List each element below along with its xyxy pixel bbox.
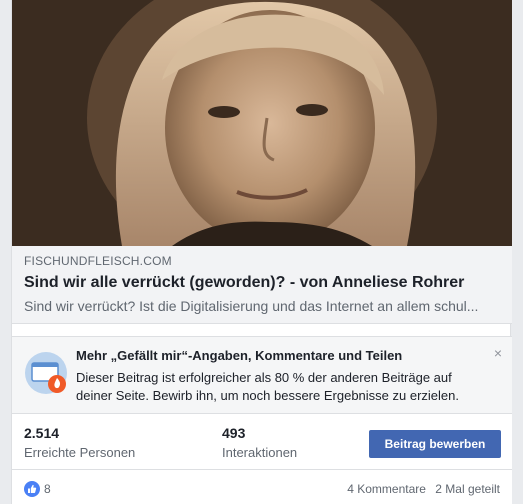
boost-post-icon <box>25 352 67 394</box>
boost-suggestion-box: Mehr „Gefällt mir“-Angaben, Kommentare u… <box>12 336 512 414</box>
boost-post-button[interactable]: Beitrag bewerben <box>369 430 501 458</box>
shares-count-link[interactable]: 2 Mal geteilt <box>435 482 500 496</box>
engagement-value: 493 <box>222 425 246 441</box>
reach-value: 2.514 <box>24 425 60 441</box>
reaction-count[interactable]: 8 <box>44 482 51 496</box>
link-preview-image[interactable] <box>12 0 512 246</box>
link-domain: FISCHUNDFLEISCH.COM <box>24 254 172 268</box>
promo-title: Mehr „Gefällt mir“-Angaben, Kommentare u… <box>76 348 403 363</box>
link-description: Sind wir verrückt? Ist die Digitalisieru… <box>24 298 479 314</box>
post-footer: 8 4 Kommentare 2 Mal geteilt <box>12 470 512 504</box>
promo-body: Dieser Beitrag ist erfolgreicher als 80 … <box>76 370 459 403</box>
reach-label: Erreichte Personen <box>24 445 136 460</box>
post-card: FISCHUNDFLEISCH.COM Sind wir alle verrüc… <box>11 0 512 504</box>
comments-count-link[interactable]: 4 Kommentare <box>347 482 426 496</box>
reach-stat: 2.514 Erreichte Personen <box>24 424 135 462</box>
link-preview-meta[interactable]: FISCHUNDFLEISCH.COM Sind wir alle verrüc… <box>12 246 512 324</box>
engagement-stat: 493 Interaktionen <box>222 424 297 462</box>
footer-counts: 4 Kommentare 2 Mal geteilt <box>341 482 500 496</box>
portrait-photo <box>12 0 512 246</box>
thumbs-up-icon[interactable] <box>24 481 40 497</box>
engagement-label: Interaktionen <box>222 445 298 460</box>
link-title[interactable]: Sind wir alle verrückt (geworden)? - von… <box>24 272 500 294</box>
close-icon[interactable]: × <box>494 346 502 360</box>
post-insights: 2.514 Erreichte Personen 493 Interaktion… <box>12 414 512 470</box>
